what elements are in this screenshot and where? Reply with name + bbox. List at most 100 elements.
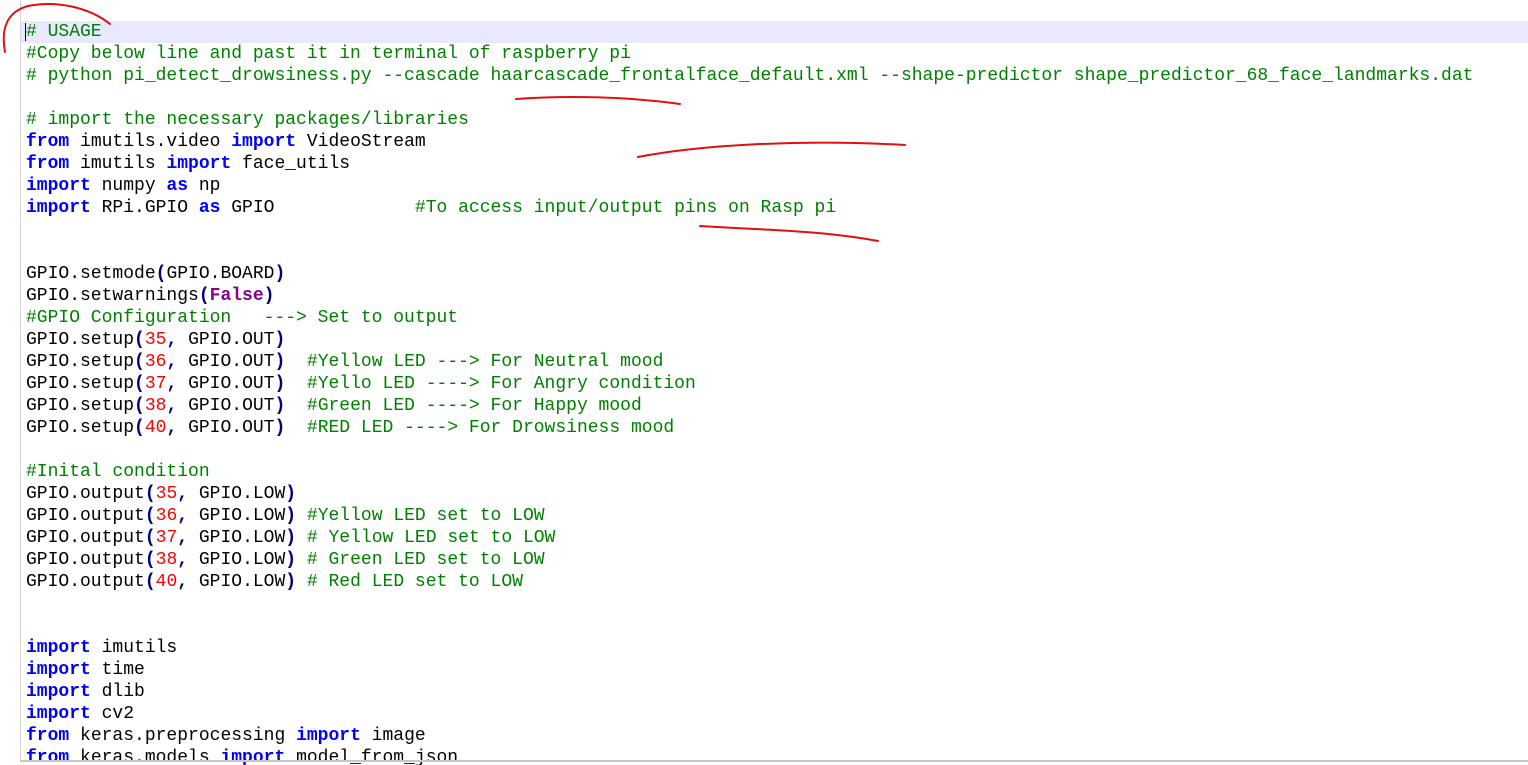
text-token: GPIO.setup — [26, 418, 135, 438]
code-line[interactable]: import imutils — [26, 637, 1473, 659]
operator-token: ) — [263, 286, 275, 306]
text-token: GPIO.LOW — [188, 528, 286, 548]
text-token: GPIO.OUT — [177, 418, 275, 438]
code-line[interactable]: import dlib — [26, 681, 1473, 703]
code-line[interactable]: #GPIO Configuration ---> Set to output — [26, 307, 1473, 329]
code-line[interactable]: # import the necessary packages/librarie… — [26, 109, 1473, 131]
text-token: imutils — [90, 638, 178, 658]
code-line[interactable]: GPIO.setup(35, GPIO.OUT) — [26, 329, 1473, 351]
code-line[interactable] — [26, 439, 1473, 461]
keyword-token: as — [198, 198, 221, 218]
code-line[interactable]: import RPi.GPIO as GPIO #To access input… — [26, 197, 1473, 219]
operator-token: ( — [134, 418, 145, 438]
comment-token: #Green LED ----> For Happy mood — [306, 396, 642, 416]
comment-token: # python pi_detect_drowsiness.py --casca… — [26, 66, 1474, 86]
comment-token: # Red LED set to LOW — [306, 572, 523, 592]
code-line[interactable]: GPIO.output(40, GPIO.LOW) # Red LED set … — [26, 571, 1473, 593]
number-token: 40 — [155, 572, 178, 592]
comment-token: # Green LED set to LOW — [306, 550, 545, 570]
code-line[interactable]: GPIO.setup(40, GPIO.OUT) #RED LED ----> … — [26, 417, 1473, 439]
text-token: GPIO.setup — [26, 374, 135, 394]
code-line[interactable]: from imutils.video import VideoStream — [26, 131, 1473, 153]
code-line[interactable]: GPIO.output(35, GPIO.LOW) — [26, 483, 1473, 505]
code-line[interactable]: GPIO.setmode(GPIO.BOARD) — [26, 263, 1473, 285]
operator-token: , — [177, 572, 189, 592]
code-line[interactable] — [26, 241, 1473, 263]
operator-token: ( — [198, 286, 210, 306]
number-token: 36 — [155, 506, 178, 526]
number-token: 37 — [144, 374, 167, 394]
comment-token: #Yello LED ----> For Angry condition — [306, 374, 696, 394]
operator-token: ( — [134, 374, 145, 394]
comment-token: #RED LED ----> For Drowsiness mood — [306, 418, 675, 438]
text-token: GPIO.output — [26, 484, 145, 504]
number-token: 38 — [144, 396, 167, 416]
comment-token: #To access input/output pins on Rasp pi — [414, 198, 837, 218]
code-line[interactable]: GPIO.output(38, GPIO.LOW) # Green LED se… — [26, 549, 1473, 571]
text-token: GPIO.OUT — [177, 396, 275, 416]
text-token: keras.models — [69, 748, 221, 765]
code-line[interactable]: from keras.models import model_from_json — [26, 747, 1473, 765]
text-caret — [25, 23, 26, 41]
text-token: imutils — [69, 154, 167, 174]
text-token: imutils.video — [69, 132, 232, 152]
code-line[interactable]: #Inital condition — [26, 461, 1473, 483]
keyword-token: import — [26, 660, 91, 680]
editor-gutter-border — [20, 0, 21, 760]
text-token: GPIO.output — [26, 572, 145, 592]
comment-token: # import the necessary packages/librarie… — [26, 110, 469, 130]
code-editor[interactable]: # USAGE #Copy below line and past it in t… — [0, 0, 1528, 765]
text-token: face_utils — [231, 154, 351, 174]
code-line[interactable]: # python pi_detect_drowsiness.py --casca… — [26, 65, 1473, 87]
operator-token: ) — [285, 528, 297, 548]
operator-token: ) — [285, 484, 297, 504]
code-line[interactable]: #Copy below line and past it in terminal… — [26, 43, 1473, 65]
keyword-token: import — [26, 682, 91, 702]
code-line[interactable]: # USAGE — [26, 21, 1473, 43]
comment-token: #Yellow LED set to LOW — [306, 506, 545, 526]
constant-token: False — [209, 286, 264, 306]
operator-token: ) — [285, 550, 297, 570]
code-line[interactable]: from imutils import face_utils — [26, 153, 1473, 175]
operator-token: ( — [144, 550, 156, 570]
number-token: 35 — [155, 484, 178, 504]
text-token: GPIO.LOW — [188, 484, 286, 504]
operator-token: ( — [144, 528, 156, 548]
code-line[interactable]: GPIO.output(37, GPIO.LOW) # Yellow LED s… — [26, 527, 1473, 549]
code-line[interactable]: GPIO.output(36, GPIO.LOW) #Yellow LED se… — [26, 505, 1473, 527]
code-text-area[interactable]: # USAGE #Copy below line and past it in t… — [26, 21, 1473, 765]
code-line[interactable]: import time — [26, 659, 1473, 681]
text-token: GPIO.LOW — [188, 506, 286, 526]
code-line[interactable] — [26, 593, 1473, 615]
keyword-token: from — [26, 748, 70, 765]
code-line[interactable]: GPIO.setup(37, GPIO.OUT) #Yello LED ----… — [26, 373, 1473, 395]
operator-token: ) — [274, 396, 286, 416]
code-line[interactable]: GPIO.setwarnings(False) — [26, 285, 1473, 307]
code-line[interactable] — [26, 87, 1473, 109]
operator-token: , — [166, 374, 178, 394]
code-line[interactable] — [26, 219, 1473, 241]
keyword-token: from — [26, 154, 70, 174]
comment-token: #Inital condition — [26, 462, 210, 482]
comment-token: # USAGE — [26, 22, 102, 42]
code-line[interactable]: import numpy as np — [26, 175, 1473, 197]
operator-token: , — [166, 396, 178, 416]
keyword-token: import — [26, 198, 91, 218]
number-token: 36 — [144, 352, 167, 372]
text-token: GPIO.setup — [26, 352, 135, 372]
code-line[interactable]: GPIO.setup(38, GPIO.OUT) #Green LED ----… — [26, 395, 1473, 417]
code-line[interactable] — [26, 615, 1473, 637]
editor-bottom-border — [20, 760, 1528, 762]
code-line[interactable]: import cv2 — [26, 703, 1473, 725]
comment-token: # Yellow LED set to LOW — [306, 528, 556, 548]
text-token: GPIO.OUT — [177, 330, 275, 350]
number-token: 35 — [144, 330, 167, 350]
text-token: GPIO.LOW — [188, 550, 286, 570]
text-token: keras.preprocessing — [69, 726, 297, 746]
code-line[interactable]: GPIO.setup(36, GPIO.OUT) #Yellow LED ---… — [26, 351, 1473, 373]
number-token: 37 — [155, 528, 178, 548]
code-line[interactable]: from keras.preprocessing import image — [26, 725, 1473, 747]
